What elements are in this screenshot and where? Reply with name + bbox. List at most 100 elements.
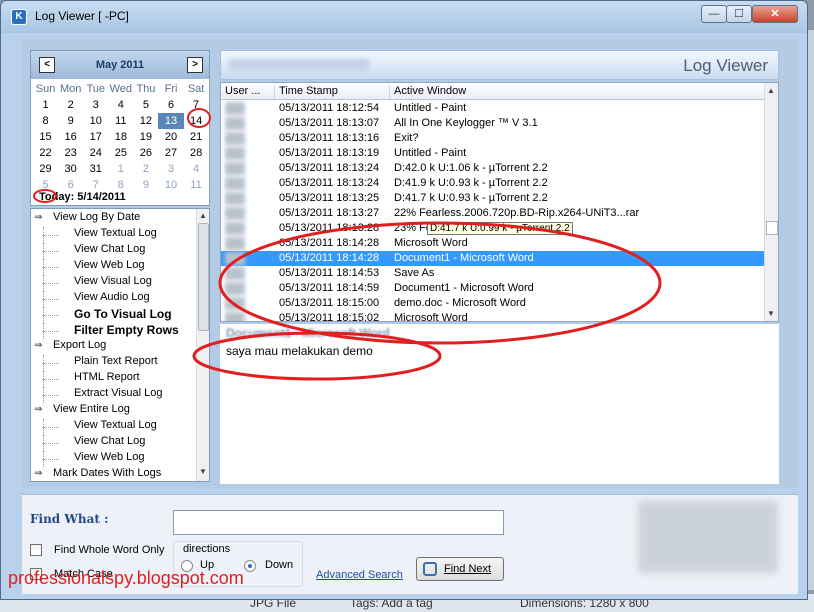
calendar-day[interactable]: 16 xyxy=(58,129,83,145)
calendar-day[interactable]: 1 xyxy=(33,97,58,113)
detail-pane: Document1 - Microsoft Word saya mau mela… xyxy=(220,324,779,484)
tree-item[interactable]: Go To Visual Log xyxy=(74,307,172,321)
tree-item[interactable]: Plain Text Report xyxy=(74,355,158,367)
tree-expand-icon[interactable]: ⇒ xyxy=(34,212,42,223)
tree-item[interactable]: Export Log xyxy=(53,339,106,351)
tree-scroll-thumb[interactable] xyxy=(198,223,209,331)
calendar-day[interactable]: 21 xyxy=(184,129,209,145)
calendar-day[interactable]: 30 xyxy=(58,161,83,177)
calendar-day[interactable]: 8 xyxy=(33,113,58,129)
calendar-day[interactable]: 6 xyxy=(158,97,183,113)
calendar-day[interactable]: 15 xyxy=(33,129,58,145)
calendar-day[interactable]: 27 xyxy=(158,145,183,161)
minimize-button[interactable]: — xyxy=(701,5,727,23)
table-row[interactable]: 05/13/2011 18:13:16 Exit? xyxy=(221,131,766,146)
calendar-day[interactable]: 25 xyxy=(108,145,133,161)
calendar-day[interactable]: 31 xyxy=(83,161,108,177)
calendar-today-link[interactable]: Today: 5/14/2011 xyxy=(39,191,126,203)
advanced-search-link[interactable]: Advanced Search xyxy=(316,569,403,581)
calendar-day[interactable]: 10 xyxy=(158,177,183,193)
calendar-day[interactable]: 9 xyxy=(58,113,83,129)
table-row[interactable]: 05/13/2011 18:13:27 22% Fearless.2006.720… xyxy=(221,206,766,221)
calendar-day[interactable]: 3 xyxy=(83,97,108,113)
column-user[interactable]: User ... xyxy=(221,85,275,99)
calendar-day[interactable]: 9 xyxy=(133,177,158,193)
table-row[interactable]: 05/13/2011 18:13:24 D:41.9 k U:0.93 k - µ… xyxy=(221,176,766,191)
list-scrollbar[interactable]: ▲ ▼ xyxy=(764,83,778,321)
calendar-day[interactable]: 1 xyxy=(108,161,133,177)
calendar-day[interactable]: 10 xyxy=(83,113,108,129)
tree-item[interactable]: View Chat Log xyxy=(74,243,145,255)
find-next-button[interactable]: Find Next xyxy=(416,557,504,581)
list-scroll-down-icon[interactable]: ▼ xyxy=(767,309,775,318)
calendar-day[interactable]: 2 xyxy=(133,161,158,177)
calendar-day[interactable]: 19 xyxy=(133,129,158,145)
calendar-day[interactable]: 22 xyxy=(33,145,58,161)
calendar-day[interactable]: 13 xyxy=(158,113,184,129)
table-row[interactable]: 05/13/2011 18:14:59 Document1 - Microsoft… xyxy=(221,281,766,296)
tree-item[interactable]: Filter Empty Rows xyxy=(74,323,179,337)
scroll-up-icon[interactable]: ▲ xyxy=(199,211,207,220)
tree-item[interactable]: Extract Visual Log xyxy=(74,387,162,399)
calendar-day[interactable]: 4 xyxy=(184,161,209,177)
calendar-day[interactable]: 26 xyxy=(133,145,158,161)
calendar-day[interactable]: 14 xyxy=(184,113,209,129)
list-scroll-thumb[interactable] xyxy=(766,221,778,235)
table-row[interactable]: 05/13/2011 18:12:54 Untitled - Paint xyxy=(221,101,766,116)
tree-item[interactable]: HTML Report xyxy=(74,371,140,383)
table-row[interactable]: 05/13/2011 18:15:02 Microsoft Word xyxy=(221,311,766,321)
tree-item[interactable]: View Chat Log xyxy=(74,435,145,447)
tree-item[interactable]: View Audio Log xyxy=(74,291,150,303)
calendar-day[interactable]: 17 xyxy=(83,129,108,145)
tree-scrollbar[interactable]: ▲ ▼ xyxy=(196,209,209,481)
calendar-day[interactable]: 2 xyxy=(58,97,83,113)
calendar-day[interactable]: 11 xyxy=(108,113,133,129)
find-input[interactable] xyxy=(173,510,504,535)
calendar-day[interactable]: 28 xyxy=(184,145,209,161)
calendar-next-button[interactable]: > xyxy=(187,57,203,73)
scroll-down-icon[interactable]: ▼ xyxy=(199,467,207,476)
table-row[interactable]: 05/13/2011 18:14:53 Save As xyxy=(221,266,766,281)
tree-expand-icon[interactable]: ⇒ xyxy=(34,340,42,351)
list-scroll-up-icon[interactable]: ▲ xyxy=(767,86,775,95)
calendar-day[interactable]: 3 xyxy=(158,161,183,177)
calendar-day[interactable]: 20 xyxy=(158,129,183,145)
direction-down-radio[interactable] xyxy=(244,560,256,572)
table-row[interactable]: 05/13/2011 18:13:24 D:42.0 k U:1.06 k - µ… xyxy=(221,161,766,176)
table-row[interactable]: 05/13/2011 18:14:28 Document1 - Microsoft… xyxy=(221,251,766,266)
title-bar[interactable]: K Log Viewer [ -PC] — ☐ ✕ xyxy=(1,1,807,33)
tree-connector-line xyxy=(43,323,44,339)
calendar-day[interactable]: 12 xyxy=(133,113,158,129)
app-icon[interactable]: K xyxy=(11,9,27,25)
tree-item[interactable]: View Log By Date xyxy=(53,211,140,223)
whole-word-checkbox[interactable] xyxy=(30,544,42,556)
calendar-day[interactable]: 18 xyxy=(108,129,133,145)
tree-expand-icon[interactable]: ⇒ xyxy=(34,404,42,415)
calendar-day[interactable]: 4 xyxy=(108,97,133,113)
table-row[interactable]: 05/13/2011 18:15:00 demo.doc - Microsoft … xyxy=(221,296,766,311)
calendar-day[interactable]: 29 xyxy=(33,161,58,177)
tree-expand-icon[interactable]: ⇒ xyxy=(34,468,42,479)
column-timestamp[interactable]: Time Stamp xyxy=(275,85,390,99)
calendar-day[interactable]: 7 xyxy=(184,97,209,113)
navigation-tree: ⇒ View Log By Date View Textual Log View Ch… xyxy=(30,208,210,482)
table-row[interactable]: 05/13/2011 18:14:28 Microsoft Word xyxy=(221,236,766,251)
close-button[interactable]: ✕ xyxy=(752,5,798,23)
column-active-window[interactable]: Active Window xyxy=(390,85,766,99)
tree-item[interactable]: View Web Log xyxy=(74,259,145,271)
tree-item[interactable]: View Web Log xyxy=(74,451,145,463)
calendar-day[interactable]: 11 xyxy=(184,177,209,193)
main-header: Log Viewer xyxy=(220,50,779,80)
tree-item[interactable]: View Textual Log xyxy=(74,227,157,239)
maximize-button[interactable]: ☐ xyxy=(726,5,752,23)
tree-item[interactable]: Mark Dates With Logs xyxy=(53,467,161,479)
calendar-day[interactable]: 5 xyxy=(133,97,158,113)
tree-item[interactable]: View Visual Log xyxy=(74,275,152,287)
table-row[interactable]: 05/13/2011 18:13:25 D:41.7 k U:0.93 k - µ… xyxy=(221,191,766,206)
calendar-day[interactable]: 24 xyxy=(83,145,108,161)
table-row[interactable]: 05/13/2011 18:13:19 Untitled - Paint xyxy=(221,146,766,161)
tree-item[interactable]: View Textual Log xyxy=(74,419,157,431)
calendar-day[interactable]: 23 xyxy=(58,145,83,161)
tree-item[interactable]: View Entire Log xyxy=(53,403,130,415)
table-row[interactable]: 05/13/2011 18:13:07 All In One Keylogger … xyxy=(221,116,766,131)
